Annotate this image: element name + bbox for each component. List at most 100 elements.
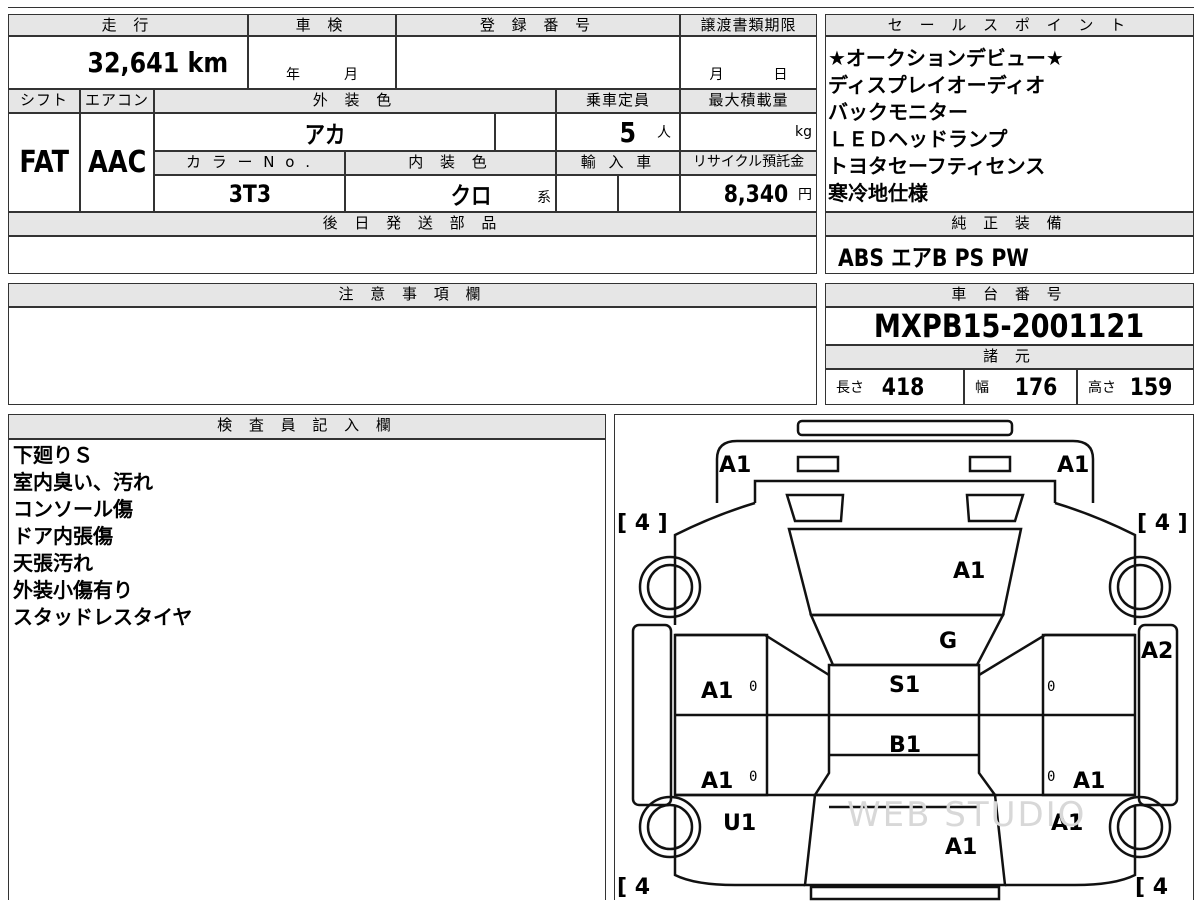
inspector-notes: 下廻りＳ 室内臭い、汚れ コンソール傷 ドア内張傷 天張汚れ 外装小傷有り スタ… <box>8 439 606 900</box>
chassis-title: 車 台 番 号 <box>825 283 1194 307</box>
color-no-label: カ ラ ー N o . <box>154 151 345 175</box>
later-parts-label: 後 日 発 送 部 品 <box>8 212 817 236</box>
recycle-value: 8,340 <box>723 179 789 208</box>
damage-roof-front: S1 <box>889 673 921 698</box>
import-value-cell-a <box>556 175 618 212</box>
mileage-label: 走 行 <box>8 14 248 36</box>
max-load-value-cell: kg <box>680 113 817 151</box>
color-no-value-cell: 3T3 <box>154 175 345 212</box>
tire-rear-left-mark: [ 4 <box>617 875 651 900</box>
damage-front-right: A1 <box>1057 453 1090 478</box>
chassis-value: MXPB15-2001121 <box>874 307 1145 345</box>
damage-windshield: G <box>939 629 958 654</box>
ac-value: AAC <box>87 145 147 180</box>
recycle-unit: 円 <box>798 186 812 203</box>
door-zero-mark: 0 <box>1047 769 1056 785</box>
exterior-color-value: アカ <box>304 120 345 149</box>
sales-point-item: 寒冷地仕様 <box>828 181 928 205</box>
car-diagram: [ 4 ] [ 4 ] [ 4 [ 4 A1 A1 A1 G A2 A1 S1 … <box>614 414 1194 901</box>
inspector-note: 外装小傷有り <box>13 578 133 602</box>
height-value: 159 <box>1129 373 1173 401</box>
door-zero-mark: 0 <box>749 769 758 785</box>
length-cell: 長さ 418 <box>825 369 964 405</box>
recycle-label: リサイクル預託金 <box>680 151 817 175</box>
capacity-label: 乗車定員 <box>556 89 680 113</box>
registration-value-cell <box>396 36 680 89</box>
damage-front-left: A1 <box>719 453 752 478</box>
inspector-note: 天張汚れ <box>13 551 93 575</box>
interior-color-value-cell: クロ 系 <box>345 175 556 212</box>
height-label: 高さ <box>1088 380 1116 396</box>
inspection-month-unit: 月 <box>344 67 358 83</box>
ac-label: エアコン <box>80 89 154 113</box>
ac-value-cell: AAC <box>80 113 154 212</box>
damage-front-left-door: A1 <box>701 679 734 704</box>
inspector-note: 室内臭い、汚れ <box>13 470 153 494</box>
damage-trunk: A1 <box>945 835 978 860</box>
equipment-value: ABS エアB PS PW <box>838 243 1029 272</box>
inspector-note: スタッドレスタイヤ <box>13 605 193 629</box>
damage-hood: A1 <box>953 559 986 584</box>
interior-color-suffix: 系 <box>537 190 551 206</box>
inspector-title: 検 査 員 記 入 欄 <box>8 414 606 439</box>
exterior-color-label: 外 装 色 <box>154 89 556 113</box>
transfer-month-unit: 月 <box>709 67 724 83</box>
transfer-label: 譲渡書類期限 <box>680 14 817 36</box>
registration-label: 登 録 番 号 <box>396 14 680 36</box>
interior-color-label: 内 装 色 <box>345 151 556 175</box>
transfer-day-unit: 日 <box>773 67 788 83</box>
equipment-value-cell: ABS エアB PS PW <box>825 236 1194 274</box>
inspector-note: 下廻りＳ <box>13 443 93 467</box>
exterior-color-value-cell: アカ <box>154 113 495 151</box>
transfer-value-cell: 月 日 <box>680 36 817 89</box>
door-zero-mark: 0 <box>749 679 758 695</box>
top-strip <box>8 0 1194 8</box>
later-parts-value <box>8 236 817 274</box>
damage-rear-right-door: A1 <box>1073 769 1106 794</box>
notes-title: 注 意 事 項 欄 <box>8 283 817 307</box>
equipment-title: 純 正 装 備 <box>825 212 1194 236</box>
inspection-year-unit: 年 <box>286 67 300 83</box>
shift-value: FAT <box>19 145 69 180</box>
chassis-value-cell: MXPB15-2001121 <box>825 307 1194 345</box>
tire-front-right-mark: [ 4 ] <box>1137 511 1188 536</box>
notes-body <box>8 307 817 405</box>
width-label: 幅 <box>975 380 989 396</box>
sales-point-item: ディスプレイオーディオ <box>828 73 1046 97</box>
damage-rear-left-quarter: U1 <box>723 811 757 836</box>
dims-title: 諸 元 <box>825 345 1194 369</box>
door-zero-mark: 0 <box>1047 679 1056 695</box>
sales-point-item: バックモニター <box>828 100 968 124</box>
capacity-unit: 人 <box>657 125 671 141</box>
mileage-value: 32,641 km <box>87 46 229 79</box>
sales-point-item: トヨタセーフティセンス <box>828 154 1046 178</box>
sales-points-title: セ ー ル ス ポ イ ン ト <box>825 14 1194 36</box>
inspection-value-cell: 年 月 <box>248 36 396 89</box>
mileage-value-cell: 32,641 km <box>8 36 248 89</box>
length-value: 418 <box>881 373 925 401</box>
shift-value-cell: FAT <box>8 113 80 212</box>
inspection-label: 車 検 <box>248 14 396 36</box>
shift-label: シフト <box>8 89 80 113</box>
exterior-color-extra-cell <box>495 113 556 151</box>
sales-points-list: ★オークションデビュー★ ディスプレイオーディオ バックモニター ＬＥＤヘッドラ… <box>825 36 1194 212</box>
color-no-value: 3T3 <box>228 179 271 208</box>
tire-rear-right-mark: [ 4 <box>1135 875 1169 900</box>
inspector-note: コンソール傷 <box>13 497 133 521</box>
length-label: 長さ <box>836 380 864 396</box>
tire-front-left-mark: [ 4 ] <box>617 511 668 536</box>
inspector-note: ドア内張傷 <box>13 524 113 548</box>
damage-rear-left-door: A1 <box>701 769 734 794</box>
import-value-cell-b <box>618 175 680 212</box>
sales-point-item: ＬＥＤヘッドランプ <box>828 127 1008 151</box>
max-load-unit: kg <box>795 124 812 140</box>
max-load-label: 最大積載量 <box>680 89 817 113</box>
sales-point-item: ★オークションデビュー★ <box>828 46 1064 70</box>
recycle-value-cell: 8,340 円 <box>680 175 817 212</box>
capacity-value: 5 <box>618 115 636 149</box>
width-value: 176 <box>1014 373 1058 401</box>
damage-right-fender: A2 <box>1141 639 1174 664</box>
watermark: WEB STUDIO <box>847 795 1087 835</box>
capacity-value-cell: 5 人 <box>556 113 680 151</box>
height-cell: 高さ 159 <box>1077 369 1194 405</box>
